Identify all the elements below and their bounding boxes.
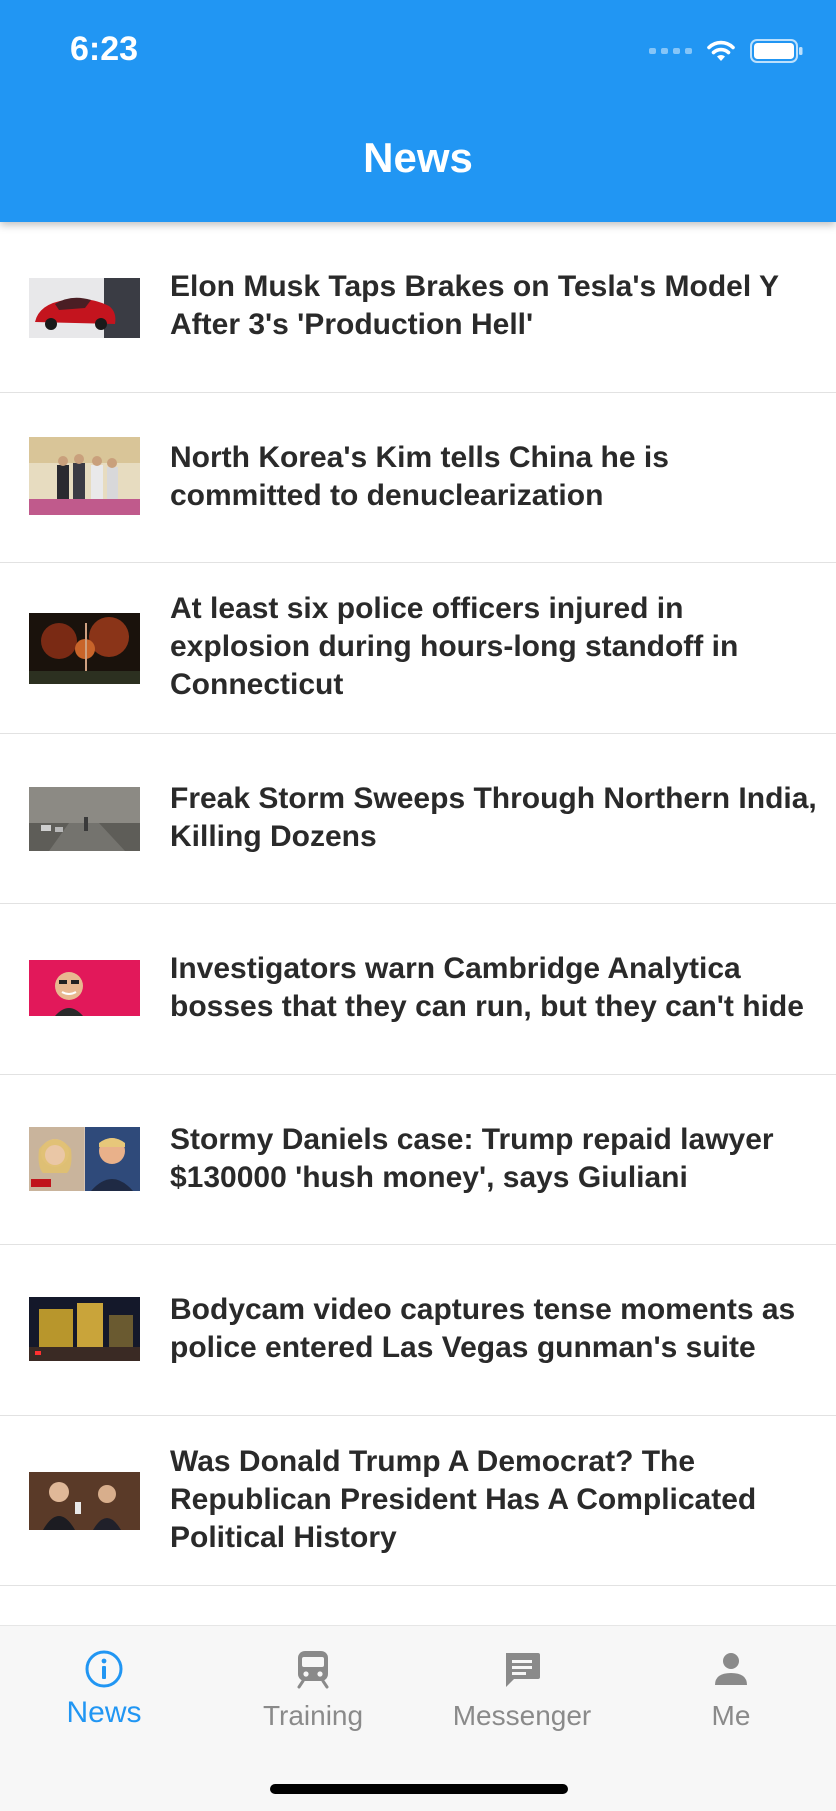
- home-indicator: [270, 1784, 568, 1794]
- news-headline: Bodycam video captures tense moments as p…: [170, 1293, 796, 1364]
- news-item[interactable]: At least six police officers injured in e…: [0, 563, 836, 734]
- person-icon: [651, 1646, 811, 1692]
- news-item[interactable]: Bodycam video captures tense moments as p…: [0, 1245, 836, 1416]
- tab-messenger[interactable]: Messenger: [442, 1646, 602, 1732]
- news-thumbnail: [29, 1297, 140, 1361]
- news-thumbnail: [29, 1471, 140, 1530]
- news-item[interactable]: North Korea's Kim tells China he is commi…: [0, 393, 836, 563]
- news-item[interactable]: Elon Musk Taps Brakes on Tesla's Model Y…: [0, 222, 836, 393]
- status-time: 6:23: [70, 30, 139, 68]
- news-headline: North Korea's Kim tells China he is commi…: [170, 440, 669, 512]
- news-thumbnail: [29, 786, 140, 851]
- news-headline: At least six police officers injured in e…: [170, 592, 739, 701]
- page-title: News: [363, 134, 473, 181]
- news-thumbnail: [29, 436, 140, 515]
- news-item[interactable]: Stormy Daniels case: Trump repaid lawyer…: [0, 1075, 836, 1245]
- news-thumbnail: [29, 278, 140, 338]
- news-thumbnail: [29, 613, 140, 684]
- news-list: Elon Musk Taps Brakes on Tesla's Model Y…: [0, 222, 836, 1586]
- news-item[interactable]: Investigators warn Cambridge Analytica bo…: [0, 904, 836, 1075]
- news-item[interactable]: Freak Storm Sweeps Through Northern Indi…: [0, 734, 836, 904]
- news-thumbnail: [29, 1126, 140, 1191]
- news-item[interactable]: Was Donald Trump A Democrat? The Republic…: [0, 1416, 836, 1586]
- news-headline: Investigators warn Cambridge Analytica bo…: [170, 952, 804, 1023]
- news-headline: Was Donald Trump A Democrat? The Republic…: [170, 1444, 757, 1554]
- app-header: 6:23 News: [0, 0, 836, 222]
- info-circle-icon: [24, 1646, 184, 1692]
- tab-me[interactable]: Me: [651, 1646, 811, 1732]
- news-headline: Elon Musk Taps Brakes on Tesla's Model Y…: [170, 270, 779, 341]
- battery-icon: [750, 39, 804, 63]
- news-thumbnail: [29, 960, 140, 1016]
- status-indicators: [649, 36, 804, 66]
- news-headline: Stormy Daniels case: Trump repaid lawyer…: [170, 1122, 774, 1194]
- train-icon: [233, 1646, 393, 1692]
- tab-training[interactable]: Training: [233, 1646, 393, 1732]
- news-headline: Freak Storm Sweeps Through Northern Indi…: [170, 781, 817, 853]
- tab-news[interactable]: News: [24, 1646, 184, 1730]
- wifi-icon: [706, 39, 736, 63]
- message-icon: [442, 1646, 602, 1692]
- cellular-signal-icon: [649, 48, 692, 54]
